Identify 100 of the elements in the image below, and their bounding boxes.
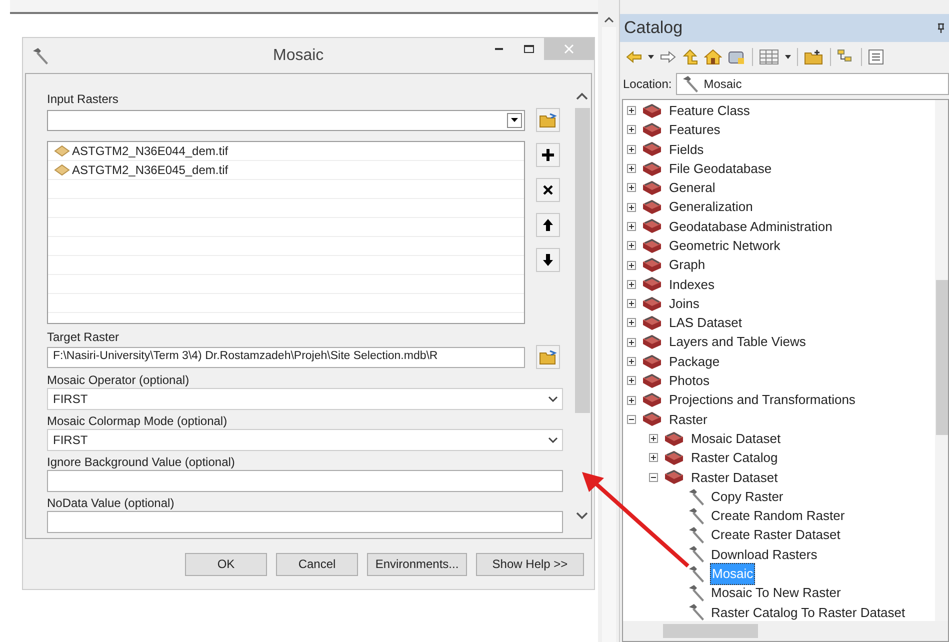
expand-icon[interactable] bbox=[627, 183, 636, 192]
tree-item[interactable]: Layers and Table Views bbox=[668, 332, 807, 352]
scroll-up-icon[interactable] bbox=[604, 16, 614, 23]
tree-item[interactable]: Download Rasters bbox=[710, 544, 818, 564]
tree-item[interactable]: Joins bbox=[668, 294, 700, 314]
expand-icon[interactable] bbox=[627, 202, 636, 212]
tree-item[interactable]: Copy Raster bbox=[710, 486, 784, 506]
remove-button[interactable] bbox=[536, 178, 560, 202]
tree-item[interactable]: Raster Catalog bbox=[690, 448, 779, 468]
new-folder-icon[interactable] bbox=[804, 49, 824, 65]
collapse-icon[interactable] bbox=[649, 472, 658, 482]
location-field[interactable]: Mosaic bbox=[676, 73, 949, 95]
browse-button[interactable] bbox=[536, 108, 560, 132]
dialog-button[interactable]: Environments... bbox=[367, 552, 467, 576]
scrollbar-track[interactable] bbox=[602, 27, 616, 642]
tree-item[interactable]: Create Raster Dataset bbox=[710, 525, 842, 545]
raster-icon bbox=[54, 164, 70, 176]
tree-item[interactable]: Geodatabase Administration bbox=[668, 216, 834, 236]
tree-item[interactable]: Features bbox=[668, 120, 722, 140]
expand-icon[interactable] bbox=[627, 396, 636, 405]
home-icon[interactable] bbox=[704, 49, 722, 65]
tree-item[interactable]: Geometric Network bbox=[668, 236, 782, 256]
tree-item[interactable]: Projections and Transformations bbox=[668, 390, 856, 410]
expand-icon[interactable] bbox=[627, 106, 636, 116]
list-item[interactable]: ASTGTM2_N36E044_dem.tif bbox=[72, 142, 228, 160]
caret-icon[interactable] bbox=[785, 55, 791, 59]
close-icon bbox=[564, 44, 574, 54]
tree-item[interactable]: Photos bbox=[668, 371, 710, 391]
forward-arrow-icon[interactable] bbox=[660, 51, 676, 63]
expand-icon[interactable] bbox=[627, 357, 636, 366]
input-field[interactable] bbox=[47, 511, 563, 533]
chevron-down-icon bbox=[548, 396, 558, 402]
expand-icon[interactable] bbox=[627, 260, 636, 270]
hammer-icon bbox=[687, 488, 707, 506]
expand-icon[interactable] bbox=[627, 125, 636, 134]
scrollbar-thumb[interactable] bbox=[936, 280, 948, 435]
scroll-up-icon[interactable] bbox=[576, 92, 588, 100]
move-down-button[interactable] bbox=[536, 248, 560, 272]
expand-icon[interactable] bbox=[627, 280, 636, 289]
move-up-button[interactable] bbox=[536, 213, 560, 237]
scroll-down-icon[interactable] bbox=[576, 512, 588, 520]
toolbox-icon bbox=[642, 372, 662, 389]
tree-item[interactable]: Create Random Raster bbox=[710, 506, 846, 526]
expand-icon[interactable] bbox=[627, 164, 636, 174]
tree-item[interactable]: General bbox=[668, 178, 716, 198]
hammer-icon bbox=[687, 526, 707, 544]
input-rasters-field[interactable] bbox=[47, 110, 525, 130]
dialog-button[interactable]: OK bbox=[185, 552, 267, 576]
tree-item[interactable]: Generalization bbox=[668, 197, 754, 217]
expand-icon[interactable] bbox=[649, 434, 658, 444]
expand-icon[interactable] bbox=[627, 318, 636, 328]
toolbox-icon bbox=[642, 122, 662, 138]
arrow-up-icon bbox=[541, 218, 555, 232]
caret-icon[interactable] bbox=[648, 55, 654, 59]
database-icon[interactable] bbox=[728, 49, 746, 65]
tree-item[interactable]: Raster bbox=[668, 410, 708, 430]
tree-item[interactable]: Package bbox=[668, 352, 721, 372]
tree-item[interactable]: Graph bbox=[668, 255, 706, 275]
toolbox-icon bbox=[642, 296, 662, 312]
dialog-button[interactable]: Cancel bbox=[276, 552, 358, 576]
dropdown-field[interactable]: FIRST bbox=[47, 429, 563, 451]
expand-icon[interactable] bbox=[627, 376, 636, 386]
tree-item[interactable]: Mosaic To New Raster bbox=[710, 583, 842, 603]
pin-icon[interactable] bbox=[937, 23, 945, 33]
expand-icon[interactable] bbox=[627, 144, 636, 154]
tree-item[interactable]: LAS Dataset bbox=[668, 313, 743, 333]
toolbox-icon bbox=[642, 180, 662, 196]
up-arrow-icon[interactable] bbox=[682, 49, 698, 65]
list-item[interactable]: ASTGTM2_N36E045_dem.tif bbox=[72, 161, 228, 179]
expand-icon[interactable] bbox=[649, 453, 658, 462]
toolbox-icon bbox=[664, 450, 684, 466]
field-label: NoData Value (optional) bbox=[47, 495, 176, 511]
expand-icon[interactable] bbox=[627, 222, 636, 231]
list-icon[interactable] bbox=[868, 49, 884, 65]
tree-item[interactable]: Mosaic Dataset bbox=[690, 428, 782, 448]
tree-item[interactable]: Indexes bbox=[668, 274, 716, 294]
target-raster-field[interactable]: F:\Nasiri-University\Term 3\4) Dr.Rostamzadeh\Projeh\Site Selection.mdb\R bbox=[47, 346, 525, 368]
tree-item[interactable]: Fields bbox=[668, 140, 705, 159]
scrollbar-thumb[interactable] bbox=[574, 108, 590, 413]
back-arrow-icon[interactable] bbox=[626, 51, 642, 63]
add-button[interactable] bbox=[536, 143, 560, 167]
field-label: Mosaic Operator (optional) bbox=[47, 372, 190, 388]
expand-icon[interactable] bbox=[627, 299, 636, 308]
expand-icon[interactable] bbox=[627, 241, 636, 250]
toolbox-icon bbox=[642, 334, 662, 350]
tree-item[interactable]: Raster Catalog To Raster Dataset bbox=[710, 602, 906, 621]
browse-button[interactable] bbox=[536, 345, 560, 369]
raster-icon bbox=[54, 145, 70, 157]
tree-item[interactable]: Raster Dataset bbox=[690, 468, 779, 488]
dropdown-field[interactable]: FIRST bbox=[47, 388, 563, 410]
hammer-icon bbox=[687, 584, 707, 602]
hammer-icon bbox=[687, 545, 707, 564]
collapse-icon[interactable] bbox=[627, 414, 636, 424]
scrollbar-thumb[interactable] bbox=[663, 624, 758, 638]
input-field[interactable] bbox=[47, 470, 563, 492]
tree-item[interactable]: File Geodatabase bbox=[668, 158, 773, 178]
table-view-icon[interactable] bbox=[759, 49, 779, 65]
dialog-button[interactable]: Show Help >> bbox=[476, 552, 584, 576]
expand-icon[interactable] bbox=[627, 338, 636, 347]
tree-item[interactable]: Feature Class bbox=[668, 100, 751, 120]
